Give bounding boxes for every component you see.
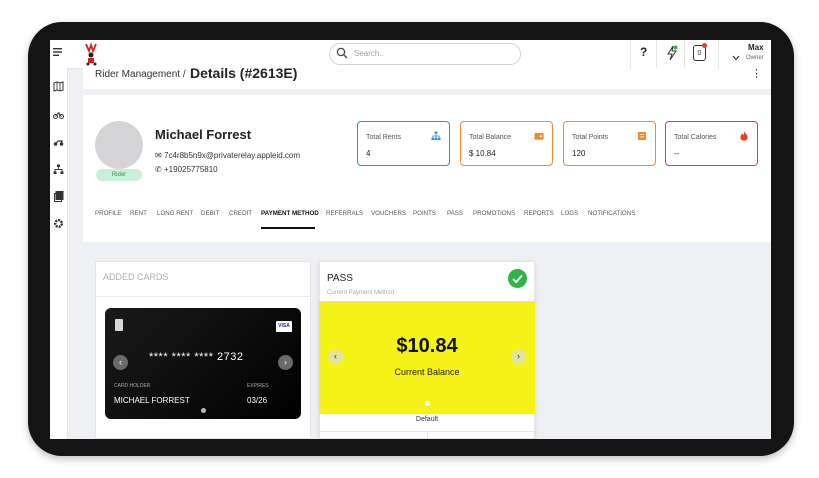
stat-label: Total Balance bbox=[469, 134, 512, 141]
status-badge: Rider bbox=[96, 169, 142, 181]
tab-referrals[interactable]: REFERRALS bbox=[326, 210, 363, 217]
user-role: Owner bbox=[746, 55, 764, 61]
card-expires-value: 03/26 bbox=[247, 396, 268, 405]
tab-profile[interactable]: PROFILE bbox=[95, 210, 121, 217]
active-tab-indicator bbox=[261, 227, 315, 229]
tab-promotions[interactable]: PROMOTIONS bbox=[473, 210, 515, 217]
stat-value: $ 10.84 bbox=[469, 149, 496, 158]
added-cards-title: ADDED CARDS bbox=[103, 272, 169, 282]
email-icon: ✉ bbox=[155, 151, 162, 160]
bolt-icon[interactable] bbox=[666, 45, 678, 61]
pass-amount: $10.84 bbox=[396, 335, 458, 357]
points-icon bbox=[637, 131, 647, 141]
breadcrumb-parent[interactable]: Rider Management / bbox=[95, 69, 186, 80]
phone-icon: ✆ bbox=[155, 165, 162, 174]
app-screen: Search.. ? 0 Max Owner Rider Management … bbox=[50, 40, 771, 439]
stat-label: Total Calories bbox=[674, 134, 717, 141]
flame-icon bbox=[740, 131, 748, 141]
rider-phone: ✆ +19025775810 bbox=[155, 165, 218, 174]
tab-pass[interactable]: PASS bbox=[447, 210, 463, 217]
stat-label: Total Points bbox=[572, 134, 609, 141]
scooter-icon[interactable] bbox=[53, 134, 64, 146]
tab-rent[interactable]: RENT bbox=[130, 210, 147, 217]
visa-logo: VISA bbox=[276, 321, 292, 332]
notification-dot bbox=[702, 43, 707, 48]
stat-total-balance: Total Balance $ 10.84 bbox=[460, 121, 553, 166]
card-number: **** **** **** 2732 bbox=[149, 351, 244, 363]
gear-icon[interactable] bbox=[53, 216, 64, 228]
chevron-down-icon[interactable] bbox=[732, 49, 740, 61]
divider bbox=[684, 40, 685, 68]
menu-icon[interactable] bbox=[53, 47, 63, 57]
tab-points[interactable]: POINTS bbox=[413, 210, 436, 217]
tab-bar: PROFILE RENT LONG RENT DEBIT CREDIT PAYM… bbox=[95, 210, 715, 230]
chip-icon bbox=[115, 319, 123, 331]
search-placeholder: Search.. bbox=[354, 49, 384, 58]
tab-notifications[interactable]: NOTIFICATIONS bbox=[588, 210, 635, 217]
sitemap-icon bbox=[431, 131, 441, 141]
carousel-dot[interactable] bbox=[425, 401, 430, 406]
pass-next-button[interactable]: › bbox=[511, 349, 526, 364]
phone-text: +19025775810 bbox=[164, 165, 218, 174]
divider bbox=[630, 40, 631, 68]
stat-total-points: Total Points 120 bbox=[563, 121, 656, 166]
pass-prev-button[interactable]: ‹ bbox=[328, 349, 343, 364]
tab-credit[interactable]: CREDIT bbox=[229, 210, 252, 217]
page-title: Details (#2613E) bbox=[190, 65, 298, 81]
bicycle-icon[interactable] bbox=[53, 107, 64, 119]
carousel-dot[interactable] bbox=[201, 408, 206, 413]
map-icon[interactable] bbox=[53, 79, 64, 92]
tab-long-rent[interactable]: LONG RENT bbox=[157, 210, 193, 217]
rider-email: ✉ 7c4r8b5n9x@privaterelay.appleid.com bbox=[155, 151, 300, 160]
sidebar bbox=[50, 68, 68, 439]
card-next-button[interactable]: › bbox=[278, 355, 293, 370]
stat-value: 4 bbox=[366, 149, 371, 158]
stat-value: 120 bbox=[572, 149, 586, 158]
rider-name: Michael Forrest bbox=[155, 127, 252, 142]
tab-reports[interactable]: REPORTS bbox=[524, 210, 554, 217]
avatar bbox=[95, 121, 143, 169]
pass-subtitle: Current Payment Method bbox=[327, 290, 395, 296]
documents-icon[interactable] bbox=[53, 189, 64, 202]
sitemap-icon[interactable] bbox=[53, 162, 64, 174]
help-button[interactable]: ? bbox=[640, 45, 647, 59]
divider bbox=[656, 40, 657, 68]
search-icon bbox=[336, 47, 348, 59]
divider bbox=[96, 296, 310, 297]
wallet-icon bbox=[534, 132, 544, 140]
user-name[interactable]: Max bbox=[748, 43, 764, 52]
tab-payment-method[interactable]: PAYMENT METHOD bbox=[261, 210, 319, 217]
card-expires-label: EXPIRES bbox=[247, 383, 269, 389]
divider bbox=[427, 431, 428, 439]
tab-vouchers[interactable]: VOUCHERS bbox=[371, 210, 406, 217]
card-holder-name: MICHAEL FORREST bbox=[114, 396, 190, 405]
email-text: 7c4r8b5n9x@privaterelay.appleid.com bbox=[164, 151, 301, 160]
more-options-icon[interactable]: ⋮ bbox=[751, 67, 762, 80]
search-input[interactable]: Search.. bbox=[329, 43, 521, 65]
stat-total-calories: Total Calories -- bbox=[665, 121, 758, 166]
divider bbox=[718, 40, 719, 68]
tab-debit[interactable]: DEBIT bbox=[201, 210, 219, 217]
stat-label: Total Rents bbox=[366, 134, 402, 141]
stat-value: -- bbox=[674, 149, 680, 158]
pass-amount-label: Current Balance bbox=[394, 367, 460, 377]
default-label: Default bbox=[415, 416, 439, 423]
stat-total-rents: Total Rents 4 bbox=[357, 121, 450, 166]
pass-title: PASS bbox=[327, 273, 353, 284]
tab-logs[interactable]: LOGS bbox=[561, 210, 578, 217]
card-prev-button[interactable]: ‹ bbox=[113, 355, 128, 370]
check-circle-icon bbox=[508, 269, 527, 288]
card-holder-label: CARD HOLDER bbox=[114, 383, 151, 389]
app-logo bbox=[83, 41, 101, 66]
header-card bbox=[83, 68, 771, 89]
